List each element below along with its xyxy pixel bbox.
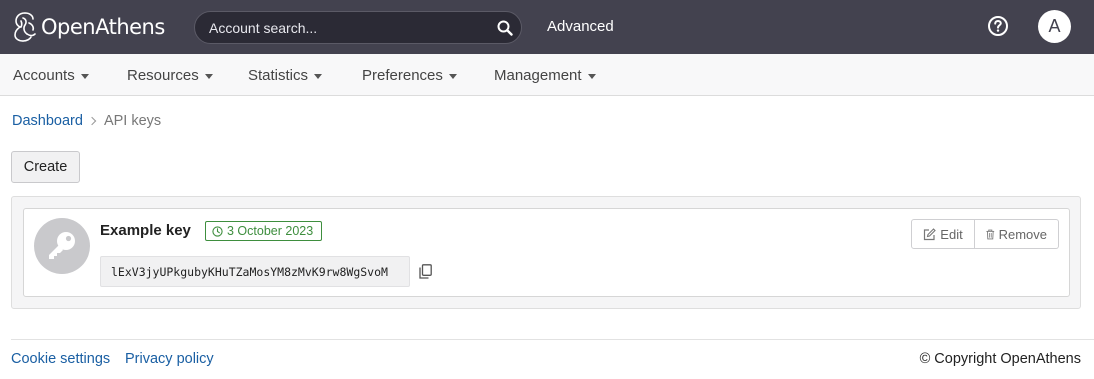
main-nav: Accounts Resources Statistics Preference… [0, 54, 1094, 96]
api-key-date-badge: 3 October 2023 [205, 221, 323, 241]
user-avatar[interactable]: A [1038, 10, 1071, 43]
caret-down-icon [448, 73, 457, 79]
account-search [194, 11, 522, 44]
copy-icon[interactable] [419, 264, 432, 279]
account-search-input[interactable] [209, 12, 489, 43]
cookie-settings-link[interactable]: Cookie settings [11, 351, 110, 367]
nav-item-resources[interactable]: Resources [127, 67, 213, 84]
breadcrumb: Dashboard API keys [12, 113, 161, 129]
help-icon[interactable] [987, 15, 1009, 37]
edit-button[interactable]: Edit [911, 219, 975, 249]
nav-item-accounts[interactable]: Accounts [13, 67, 89, 84]
breadcrumb-dashboard-link[interactable]: Dashboard [12, 113, 83, 129]
api-key-date: 3 October 2023 [227, 224, 314, 238]
chevron-right-icon [87, 116, 97, 126]
api-key-card: Example key 3 October 2023 lExV3jyUPkgub… [23, 208, 1070, 297]
nav-item-statistics[interactable]: Statistics [248, 67, 323, 84]
search-icon[interactable] [497, 20, 513, 36]
create-api-key-button[interactable]: Create [11, 151, 80, 183]
trash-icon [986, 229, 995, 239]
api-key-actions: Edit Remove [911, 219, 1059, 249]
footer-divider [11, 339, 1094, 340]
api-key-name: Example key [100, 222, 191, 239]
nav-item-label: Accounts [13, 67, 75, 84]
remove-button[interactable]: Remove [975, 219, 1059, 249]
edit-button-label: Edit [940, 226, 963, 242]
caret-down-icon [80, 73, 89, 79]
brand-name: OpenAthens [41, 15, 165, 39]
key-avatar [34, 218, 90, 274]
nav-item-label: Statistics [248, 67, 309, 84]
breadcrumb-current: API keys [103, 113, 162, 129]
nav-item-label: Resources [127, 67, 199, 84]
privacy-policy-link[interactable]: Privacy policy [125, 351, 214, 367]
clock-icon [212, 225, 223, 237]
nav-item-management[interactable]: Management [494, 67, 596, 84]
nav-item-preferences[interactable]: Preferences [362, 67, 457, 84]
api-key-value[interactable]: lExV3jyUPkgubyKHuTZaMosYM8zMvK9rw8WgSvoM [100, 256, 410, 287]
api-keys-panel: Example key 3 October 2023 lExV3jyUPkgub… [11, 196, 1081, 309]
caret-down-icon [204, 73, 213, 79]
edit-icon [924, 227, 937, 240]
brand-logo[interactable]: OpenAthens [11, 9, 165, 45]
nav-item-label: Management [494, 67, 582, 84]
copyright-text: © Copyright OpenAthens [919, 351, 1081, 367]
caret-down-icon [587, 73, 596, 79]
advanced-search-link[interactable]: Advanced [547, 18, 614, 35]
top-bar: OpenAthens Advanced A [0, 0, 1094, 54]
key-icon [49, 232, 75, 259]
remove-button-label: Remove [998, 226, 1047, 242]
openathens-logo-icon [14, 12, 36, 42]
nav-item-label: Preferences [362, 67, 443, 84]
caret-down-icon [314, 73, 323, 79]
